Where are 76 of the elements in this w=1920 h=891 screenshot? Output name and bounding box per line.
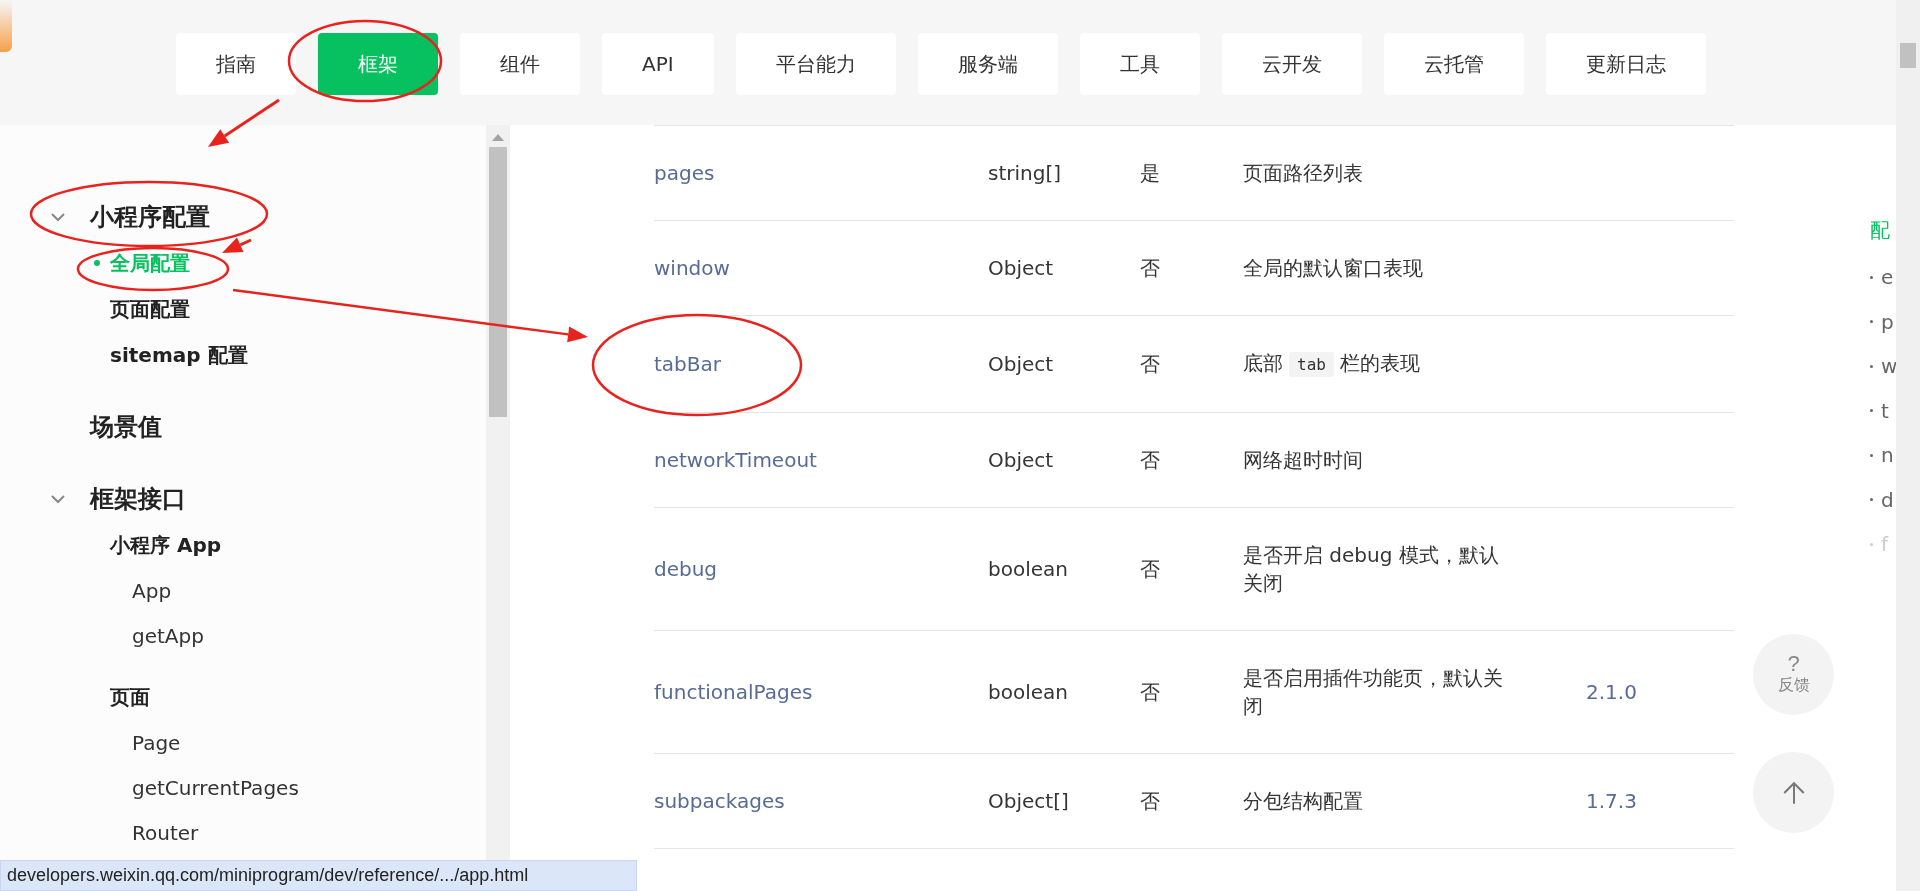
table-cell: pages [654,125,988,221]
chevron-icon[interactable] [50,212,66,222]
annotation-arrow [222,237,252,253]
toc-item[interactable]: p [1881,309,1894,334]
toc-item[interactable]: e [1881,265,1894,290]
sidebar-item[interactable]: 小程序 App [110,531,222,559]
table-cell: debug [654,507,988,631]
table-cell: functionalPages [654,630,988,754]
table-cell: Object [988,220,1140,316]
bullet-icon [1870,498,1873,502]
nav-tab[interactable]: 云开发 [1221,33,1362,95]
table-cell: string[] [988,125,1140,221]
bullet-icon [1870,409,1873,413]
table-cell-text: 全局的默认窗口表现 [1243,255,1424,282]
browser-tab-marker [0,0,12,52]
nav-tab[interactable]: 组件 [460,33,580,95]
nav-tab[interactable]: 工具 [1079,33,1200,95]
table-cell: tabBar [654,315,988,413]
scroll-thumb[interactable] [1900,43,1916,68]
table-cell: 否 [1140,753,1243,849]
scrollbar[interactable] [486,125,510,860]
bullet-icon [1870,364,1873,368]
table-cell: 否 [1140,315,1243,413]
table-cell: 否 [1140,412,1243,508]
table-cell: Object [988,412,1140,508]
table-cell: boolean [988,507,1140,631]
sidebar-item[interactable]: getApp [132,623,204,648]
table-cell: window [654,220,988,316]
sidebar-item[interactable]: App [132,578,172,603]
sidebar-section[interactable]: 小程序配置 [90,201,210,233]
sidebar-item[interactable]: Router [132,820,199,845]
table-cell: 是 [1140,125,1243,221]
toc-item[interactable]: d [1881,487,1894,512]
table-cell-text: 分包结构配置 [1243,788,1364,815]
toc-item[interactable]: t [1881,398,1889,423]
sidebar-item[interactable]: Page [132,730,181,755]
table-cell: Object[] [988,753,1140,849]
scroll-thumb[interactable] [489,147,507,417]
active-dot [94,260,100,266]
toc-item[interactable]: w [1881,354,1896,379]
sidebar-section[interactable]: 框架接口 [90,483,186,515]
table-cell-text: 底部 tab 栏的表现 [1243,350,1421,379]
table-cell-text: 网络超时时间 [1243,447,1364,474]
nav-tab[interactable]: 服务端 [917,33,1058,95]
bullet-icon [1870,320,1873,324]
nav-tab[interactable]: 平台能力 [735,33,896,95]
sidebar-item[interactable]: getCurrentPages [132,775,299,800]
chevron-icon[interactable] [50,494,66,504]
table-cell-text: 是否启用插件功能页，默认关闭 [1243,665,1504,720]
scroll-up-icon[interactable] [492,133,504,141]
toc-title: 配 [1870,217,1891,244]
nav-tab[interactable]: 云托管 [1383,33,1524,95]
sidebar-item[interactable]: 页面配置 [110,295,190,323]
bullet-icon [1870,542,1873,546]
table-cell: 2.1.0 [1586,630,1734,754]
bullet-icon [1870,453,1873,457]
table-cell: Object [988,315,1140,413]
table-cell-text: 页面路径列表 [1243,160,1364,187]
nav-tab[interactable]: 更新日志 [1545,33,1706,95]
table-cell: boolean [988,630,1140,754]
table-cell: subpackages [654,753,988,849]
table-cell: 否 [1140,630,1243,754]
bullet-icon [1870,275,1873,279]
sidebar-item[interactable]: 页面 [110,683,150,711]
nav-tab[interactable]: API [602,33,714,95]
table-cell-text: 是否开启 debug 模式，默认关闭 [1243,542,1500,597]
annotation-arrow [208,98,280,147]
status-url: developers.weixin.qq.com/miniprogram/dev/reference/.../app.html [7,865,529,886]
sidebar-item[interactable]: sitemap 配置 [110,341,248,369]
table-cell: 1.7.3 [1586,753,1734,849]
nav-tab[interactable]: 指南 [176,33,296,95]
table-cell: networkTimeout [654,412,988,508]
table-cell: 否 [1140,507,1243,631]
table-cell: 否 [1140,220,1243,316]
toc-item[interactable]: n [1881,443,1894,468]
sidebar-section[interactable]: 场景值 [90,411,162,443]
